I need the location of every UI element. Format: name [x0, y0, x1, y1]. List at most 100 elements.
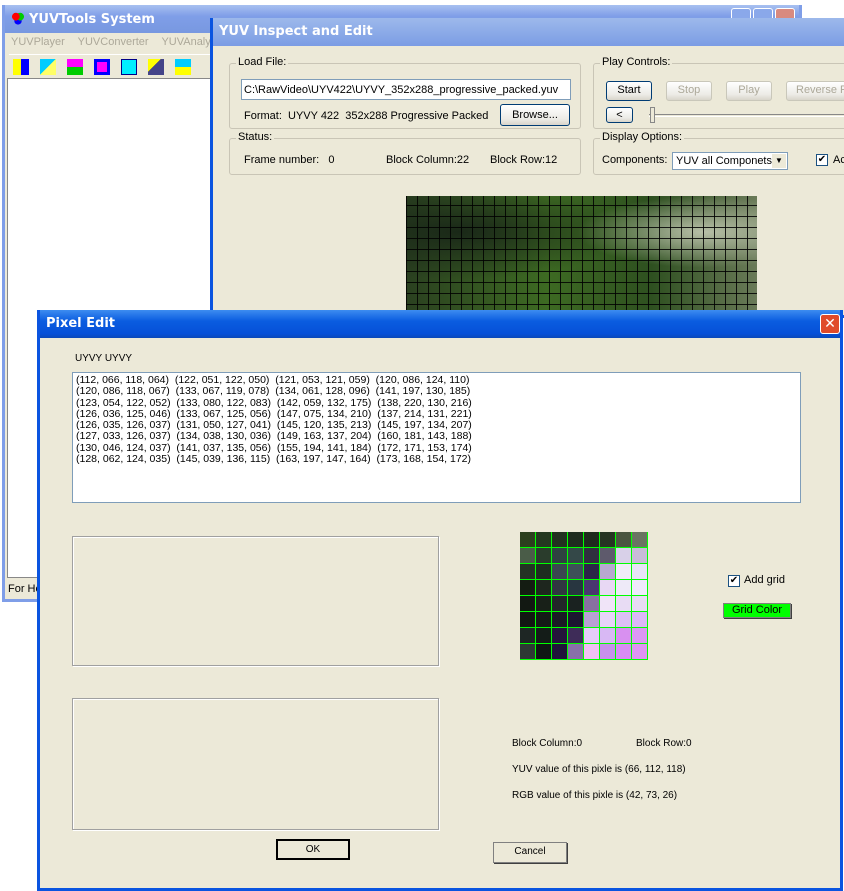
pixel-cell[interactable]	[616, 596, 632, 612]
pixel-cell[interactable]	[632, 612, 648, 628]
pixel-cell[interactable]	[536, 628, 552, 644]
pixel-cell[interactable]	[616, 628, 632, 644]
pixel-cell[interactable]	[584, 612, 600, 628]
cancel-button[interactable]: Cancel	[493, 842, 567, 863]
open-arrow-icon[interactable]	[13, 59, 29, 75]
pixel-cell[interactable]	[632, 580, 648, 596]
pixel-cell[interactable]	[536, 580, 552, 596]
block-column: Block Column:22	[386, 154, 470, 166]
convert-multi-icon[interactable]	[67, 59, 84, 75]
pixel-cell[interactable]	[568, 628, 584, 644]
pixel-data-textarea[interactable]: (112, 066, 118, 064) (122, 051, 122, 050…	[72, 372, 801, 503]
previous-frame-button[interactable]: <	[606, 107, 633, 123]
pixel-cell[interactable]	[568, 644, 584, 660]
pixel-cell[interactable]	[536, 548, 552, 564]
pixel-edit-title-bar[interactable]: Pixel Edit ✕	[40, 310, 840, 338]
pixel-cell[interactable]	[520, 596, 536, 612]
pixel-cell[interactable]	[520, 548, 536, 564]
pixel-cell[interactable]	[552, 580, 568, 596]
pixel-cell[interactable]	[584, 580, 600, 596]
file-path-input[interactable]	[241, 79, 571, 100]
pixel-cell[interactable]	[568, 612, 584, 628]
add-grid-checkbox[interactable]: ✔	[728, 575, 740, 587]
menu-yuvconverter[interactable]: YUVConverter	[78, 36, 149, 48]
analyze-icon[interactable]	[175, 59, 192, 75]
pixel-cell[interactable]	[616, 548, 632, 564]
pixel-cell[interactable]	[536, 612, 552, 628]
pixel-cell[interactable]	[520, 612, 536, 628]
pixel-cell[interactable]	[584, 548, 600, 564]
inspect-title-bar[interactable]: YUV Inspect and Edit	[213, 18, 844, 46]
pixel-cell[interactable]	[616, 644, 632, 660]
frame-slider-track[interactable]	[649, 114, 844, 117]
pixel-cell[interactable]	[568, 532, 584, 548]
menu-yuvplayer[interactable]: YUVPlayer	[11, 36, 65, 48]
reverse-button[interactable]: Reverse F	[786, 81, 844, 101]
swap-icon[interactable]	[121, 59, 138, 75]
pixel-cell[interactable]	[520, 580, 536, 596]
inspect-window: YUV Inspect and Edit Load File: Format: …	[210, 18, 844, 318]
close-button[interactable]: ✕	[820, 314, 840, 334]
convert-icon[interactable]	[40, 59, 57, 75]
pixel-cell[interactable]	[520, 532, 536, 548]
start-button[interactable]: Start	[606, 81, 652, 101]
pixel-cell[interactable]	[584, 532, 600, 548]
stop-button[interactable]: Stop	[666, 81, 712, 101]
chevron-down-icon: ▼	[772, 154, 786, 168]
pixel-cell[interactable]	[600, 644, 616, 660]
pixel-cell[interactable]	[600, 580, 616, 596]
app-icon	[11, 11, 25, 25]
pixel-cell[interactable]	[536, 644, 552, 660]
pixel-cell[interactable]	[632, 644, 648, 660]
pixel-cell[interactable]	[600, 628, 616, 644]
load-file-group: Load File: Format: UYVY 422 352x288 Prog…	[229, 56, 581, 129]
pixel-cell[interactable]	[616, 612, 632, 628]
pixel-block-grid[interactable]	[520, 532, 648, 660]
pixel-cell[interactable]	[616, 564, 632, 580]
pixel-cell[interactable]	[584, 564, 600, 580]
display-options-group: Display Options: Components: YUV all Com…	[593, 131, 844, 175]
pixel-cell[interactable]	[552, 532, 568, 548]
pixel-cell[interactable]	[600, 548, 616, 564]
pixel-cell[interactable]	[616, 532, 632, 548]
pixel-cell[interactable]	[568, 580, 584, 596]
browse-button[interactable]: Browse...	[500, 104, 570, 126]
frame-icon[interactable]	[94, 59, 111, 75]
pixel-cell[interactable]	[552, 548, 568, 564]
pixel-cell[interactable]	[584, 628, 600, 644]
pixel-cell[interactable]	[568, 564, 584, 580]
pixel-cell[interactable]	[552, 564, 568, 580]
add-checkbox[interactable]: ✔	[816, 154, 828, 166]
pixel-cell[interactable]	[632, 564, 648, 580]
grid-color-button[interactable]: Grid Color	[723, 603, 791, 618]
pixel-cell[interactable]	[600, 564, 616, 580]
pixel-cell[interactable]	[552, 596, 568, 612]
pixel-cell[interactable]	[568, 596, 584, 612]
pixel-cell[interactable]	[632, 628, 648, 644]
pixel-cell[interactable]	[536, 532, 552, 548]
frame-slider-thumb[interactable]	[650, 107, 655, 123]
play-button[interactable]: Play	[726, 81, 772, 101]
pixel-cell[interactable]	[520, 628, 536, 644]
pixel-cell[interactable]	[632, 532, 648, 548]
pixel-cell[interactable]	[600, 532, 616, 548]
pixel-cell[interactable]	[520, 564, 536, 580]
pixel-cell[interactable]	[600, 596, 616, 612]
pixel-cell[interactable]	[632, 596, 648, 612]
pixel-cell[interactable]	[520, 644, 536, 660]
tools-icon[interactable]	[148, 59, 165, 75]
pixel-cell[interactable]	[584, 644, 600, 660]
pixel-cell[interactable]	[552, 628, 568, 644]
pixel-cell[interactable]	[536, 596, 552, 612]
pixel-cell[interactable]	[584, 596, 600, 612]
pixel-cell[interactable]	[632, 548, 648, 564]
pixel-cell[interactable]	[552, 644, 568, 660]
pixel-cell[interactable]	[552, 612, 568, 628]
pixel-cell[interactable]	[616, 580, 632, 596]
pixel-cell[interactable]	[536, 564, 552, 580]
pixel-cell[interactable]	[600, 612, 616, 628]
components-select[interactable]: YUV all Componets ▼	[672, 152, 788, 170]
pixel-cell[interactable]	[568, 548, 584, 564]
ok-button[interactable]: OK	[276, 839, 350, 860]
video-frame-preview[interactable]	[406, 196, 757, 316]
